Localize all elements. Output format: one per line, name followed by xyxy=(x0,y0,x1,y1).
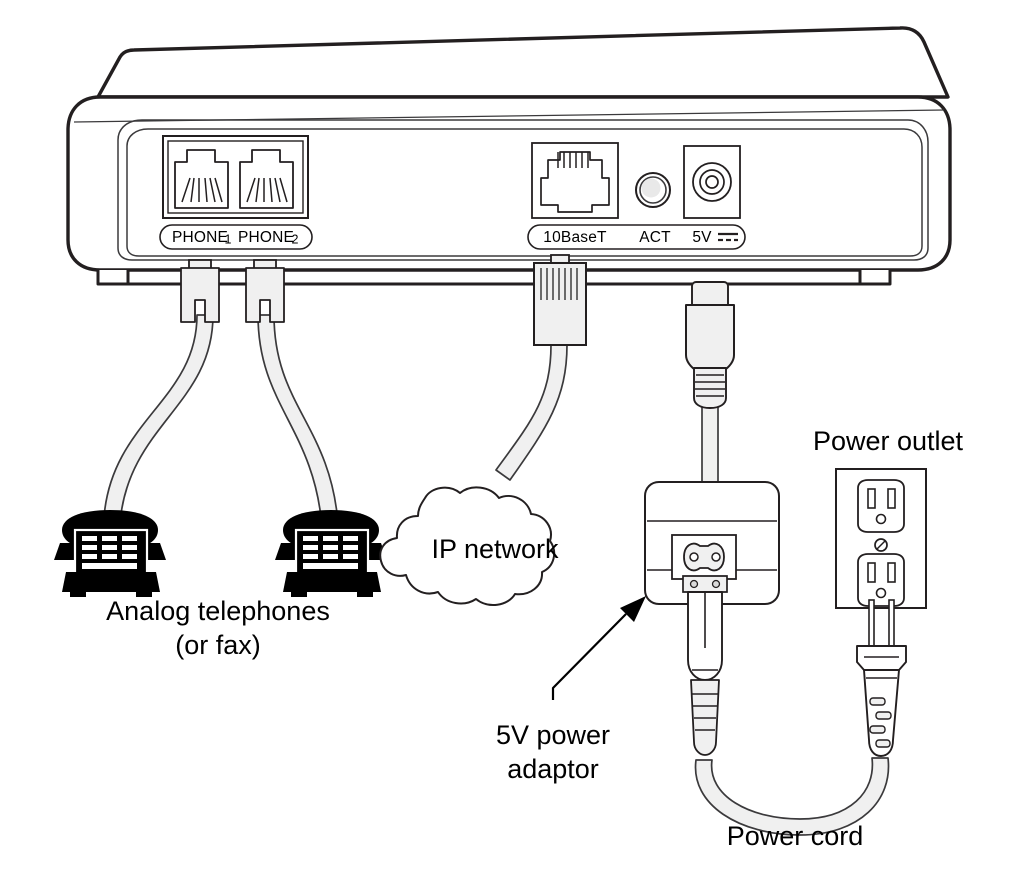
phone1-base xyxy=(62,572,160,592)
plug-prong-left xyxy=(868,599,875,647)
rj45-socket-outline xyxy=(540,151,610,213)
phone1-port-number: 1 xyxy=(225,232,232,246)
rj45-plug-ethernet xyxy=(533,254,587,346)
analog-telephone-2-icon xyxy=(275,510,387,597)
act-led-indicator xyxy=(635,172,671,208)
power-adaptor-label-line1: 5V power xyxy=(496,720,610,750)
phone2-port-number: 2 xyxy=(292,232,299,246)
phone-port-block: PHONE 1 PHONE 2 xyxy=(159,135,313,250)
ip-network-cloud-icon: IP network xyxy=(379,486,559,606)
phone1-cable-body xyxy=(103,314,214,524)
c7-plug-collar xyxy=(682,575,728,593)
pointer-arrowhead-icon xyxy=(620,596,646,622)
device-top-face xyxy=(96,26,950,99)
phone2-cable-body xyxy=(257,314,339,528)
power-outlet-icon xyxy=(835,468,927,609)
plug-prong-right xyxy=(888,599,895,647)
power-cord-label: Power cord xyxy=(727,821,864,851)
dc-power-cable-body xyxy=(701,399,719,493)
rj45-plug-contacts xyxy=(540,268,578,300)
rj11-plug-phone1 xyxy=(180,259,220,323)
analog-telephones-label-line2: (or fax) xyxy=(175,630,261,660)
rj11-plug-2-body xyxy=(245,267,285,323)
rj45-socket-10baset xyxy=(531,142,619,219)
rj11-plug-1-body xyxy=(180,267,220,323)
rj11-plug-phone2 xyxy=(245,259,285,323)
dc-jack-pin xyxy=(705,175,719,189)
nema-wall-plug xyxy=(856,599,907,757)
analog-telephone-1-icon xyxy=(54,510,166,597)
device-foot-left xyxy=(96,270,130,286)
analog-telephones-label-line1: Analog telephones xyxy=(106,596,330,626)
power-adaptor-label-line2: adaptor xyxy=(507,754,599,784)
dc-plug-strain-relief xyxy=(693,367,727,409)
ip-network-label: IP network xyxy=(431,534,559,564)
connection-diagram: PHONE 1 PHONE 2 10BaseT ACT 5V Analog te… xyxy=(54,26,964,851)
power-adaptor-pointer-arrow xyxy=(551,596,646,700)
device-foot-right xyxy=(858,270,892,286)
ethernet-cable-body xyxy=(495,344,568,481)
diagram-root: PHONE 1 PHONE 2 10BaseT ACT 5V Analog te… xyxy=(0,0,1023,882)
act-led-label: ACT xyxy=(639,229,671,246)
power-outlet-label: Power outlet xyxy=(813,426,964,456)
power-adaptor-icon xyxy=(644,481,780,756)
phone2-base xyxy=(283,572,381,592)
phone2-port-label: PHONE xyxy=(238,229,294,246)
c7-plug-connector xyxy=(682,575,728,756)
dc-plug-barrel xyxy=(685,304,735,373)
plug-face xyxy=(856,645,907,671)
10baset-port-label: 10BaseT xyxy=(543,229,607,246)
dc-barrel-plug xyxy=(685,281,735,409)
dc-jack-5v xyxy=(683,145,741,219)
5v-port-label: 5V xyxy=(692,229,712,246)
phone1-port-label: PHONE xyxy=(172,229,228,246)
